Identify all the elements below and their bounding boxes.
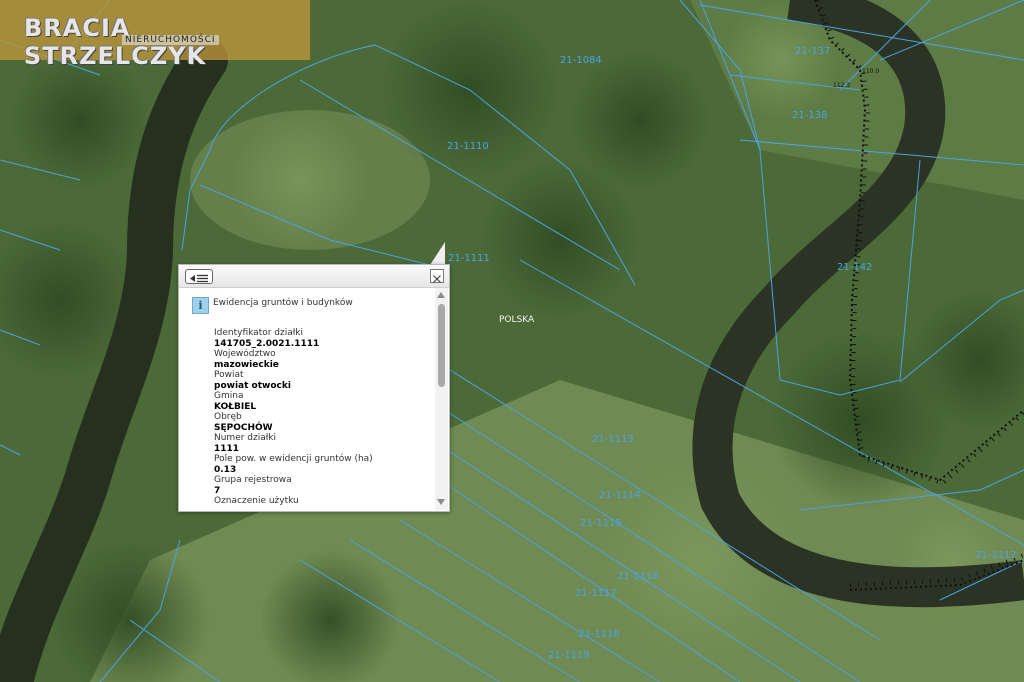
parcel-label[interactable]: 21-1084 bbox=[560, 55, 602, 66]
feature-info-popup: i Ewidencja gruntów i budynków Identyfik… bbox=[178, 264, 450, 512]
field-value: KOŁBIEL bbox=[214, 401, 257, 412]
close-icon bbox=[433, 275, 441, 283]
field-value bbox=[214, 507, 434, 511]
scroll-thumb[interactable] bbox=[438, 304, 445, 387]
parcel-label[interactable]: 21-1116 bbox=[617, 571, 659, 582]
field-value: SĘPOCHÓW bbox=[214, 422, 273, 433]
field-value: 1111 bbox=[214, 443, 240, 454]
parcel-label[interactable]: 21-142 bbox=[837, 262, 872, 273]
brand-logo: BRACIA STRZELCZYK NIERUCHOMOŚCI bbox=[0, 0, 310, 70]
aerial-map[interactable] bbox=[0, 0, 1024, 682]
attribute-list: Identyfikator działki 141705_2.0021.1111… bbox=[214, 328, 434, 510]
field-label: Oznaczenie użytku bbox=[214, 496, 299, 506]
elevation-label: 112.3 bbox=[833, 82, 851, 89]
parcel-label[interactable]: 21-1110 bbox=[447, 141, 489, 152]
popup-pointer bbox=[430, 242, 445, 265]
field-value: 0.13 bbox=[214, 464, 237, 475]
field-label: Numer działki bbox=[214, 433, 277, 443]
parcel-label[interactable]: 21-1114 bbox=[599, 490, 641, 501]
field-value: 141705_2.0021.1111 bbox=[214, 338, 320, 349]
parcel-label[interactable]: 21-1117 bbox=[575, 588, 617, 599]
parcel-label[interactable]: 21-1115 bbox=[580, 518, 622, 529]
field-label: Powiat bbox=[214, 370, 244, 380]
close-icon[interactable] bbox=[430, 269, 444, 283]
parcel-label[interactable]: 21-1112 bbox=[975, 550, 1017, 561]
parcel-label[interactable]: 21-137 bbox=[795, 46, 830, 57]
layer-title: Ewidencja gruntów i budynków bbox=[213, 298, 353, 308]
parcel-label[interactable]: 21-138 bbox=[792, 110, 827, 121]
list-menu-icon[interactable] bbox=[185, 269, 213, 284]
field-label: Gmina bbox=[214, 391, 244, 401]
popup-scrollbar[interactable] bbox=[435, 288, 448, 510]
field-label: Województwo bbox=[214, 349, 276, 359]
field-label: Grupa rejestrowa bbox=[214, 475, 292, 485]
field-value: powiat otwocki bbox=[214, 380, 291, 391]
parcel-label[interactable]: 21-1119 bbox=[548, 650, 590, 661]
parcel-label[interactable]: 21-1111 bbox=[448, 253, 490, 264]
logo-tagline: NIERUCHOMOŚCI bbox=[122, 35, 219, 45]
field-value: mazowieckie bbox=[214, 359, 279, 370]
field-label: Obręb bbox=[214, 412, 242, 422]
country-label: POLSKA bbox=[499, 315, 535, 325]
info-icon: i bbox=[192, 297, 209, 314]
parcel-label[interactable]: 21-1113 bbox=[592, 434, 634, 445]
scroll-down-arrow-icon[interactable] bbox=[437, 499, 445, 505]
elevation-label: 110.0 bbox=[862, 68, 880, 75]
popup-body: i Ewidencja gruntów i budynków Identyfik… bbox=[179, 288, 435, 510]
field-label: Identyfikator działki bbox=[214, 328, 304, 338]
parcel-label[interactable]: 21-1118 bbox=[578, 629, 620, 640]
popup-header bbox=[179, 265, 449, 288]
scroll-up-arrow-icon[interactable] bbox=[437, 292, 445, 298]
list-menu-icon bbox=[190, 274, 208, 283]
field-label: Pole pow. w ewidencji gruntów (ha) bbox=[214, 454, 373, 464]
field-value: 7 bbox=[214, 485, 221, 496]
